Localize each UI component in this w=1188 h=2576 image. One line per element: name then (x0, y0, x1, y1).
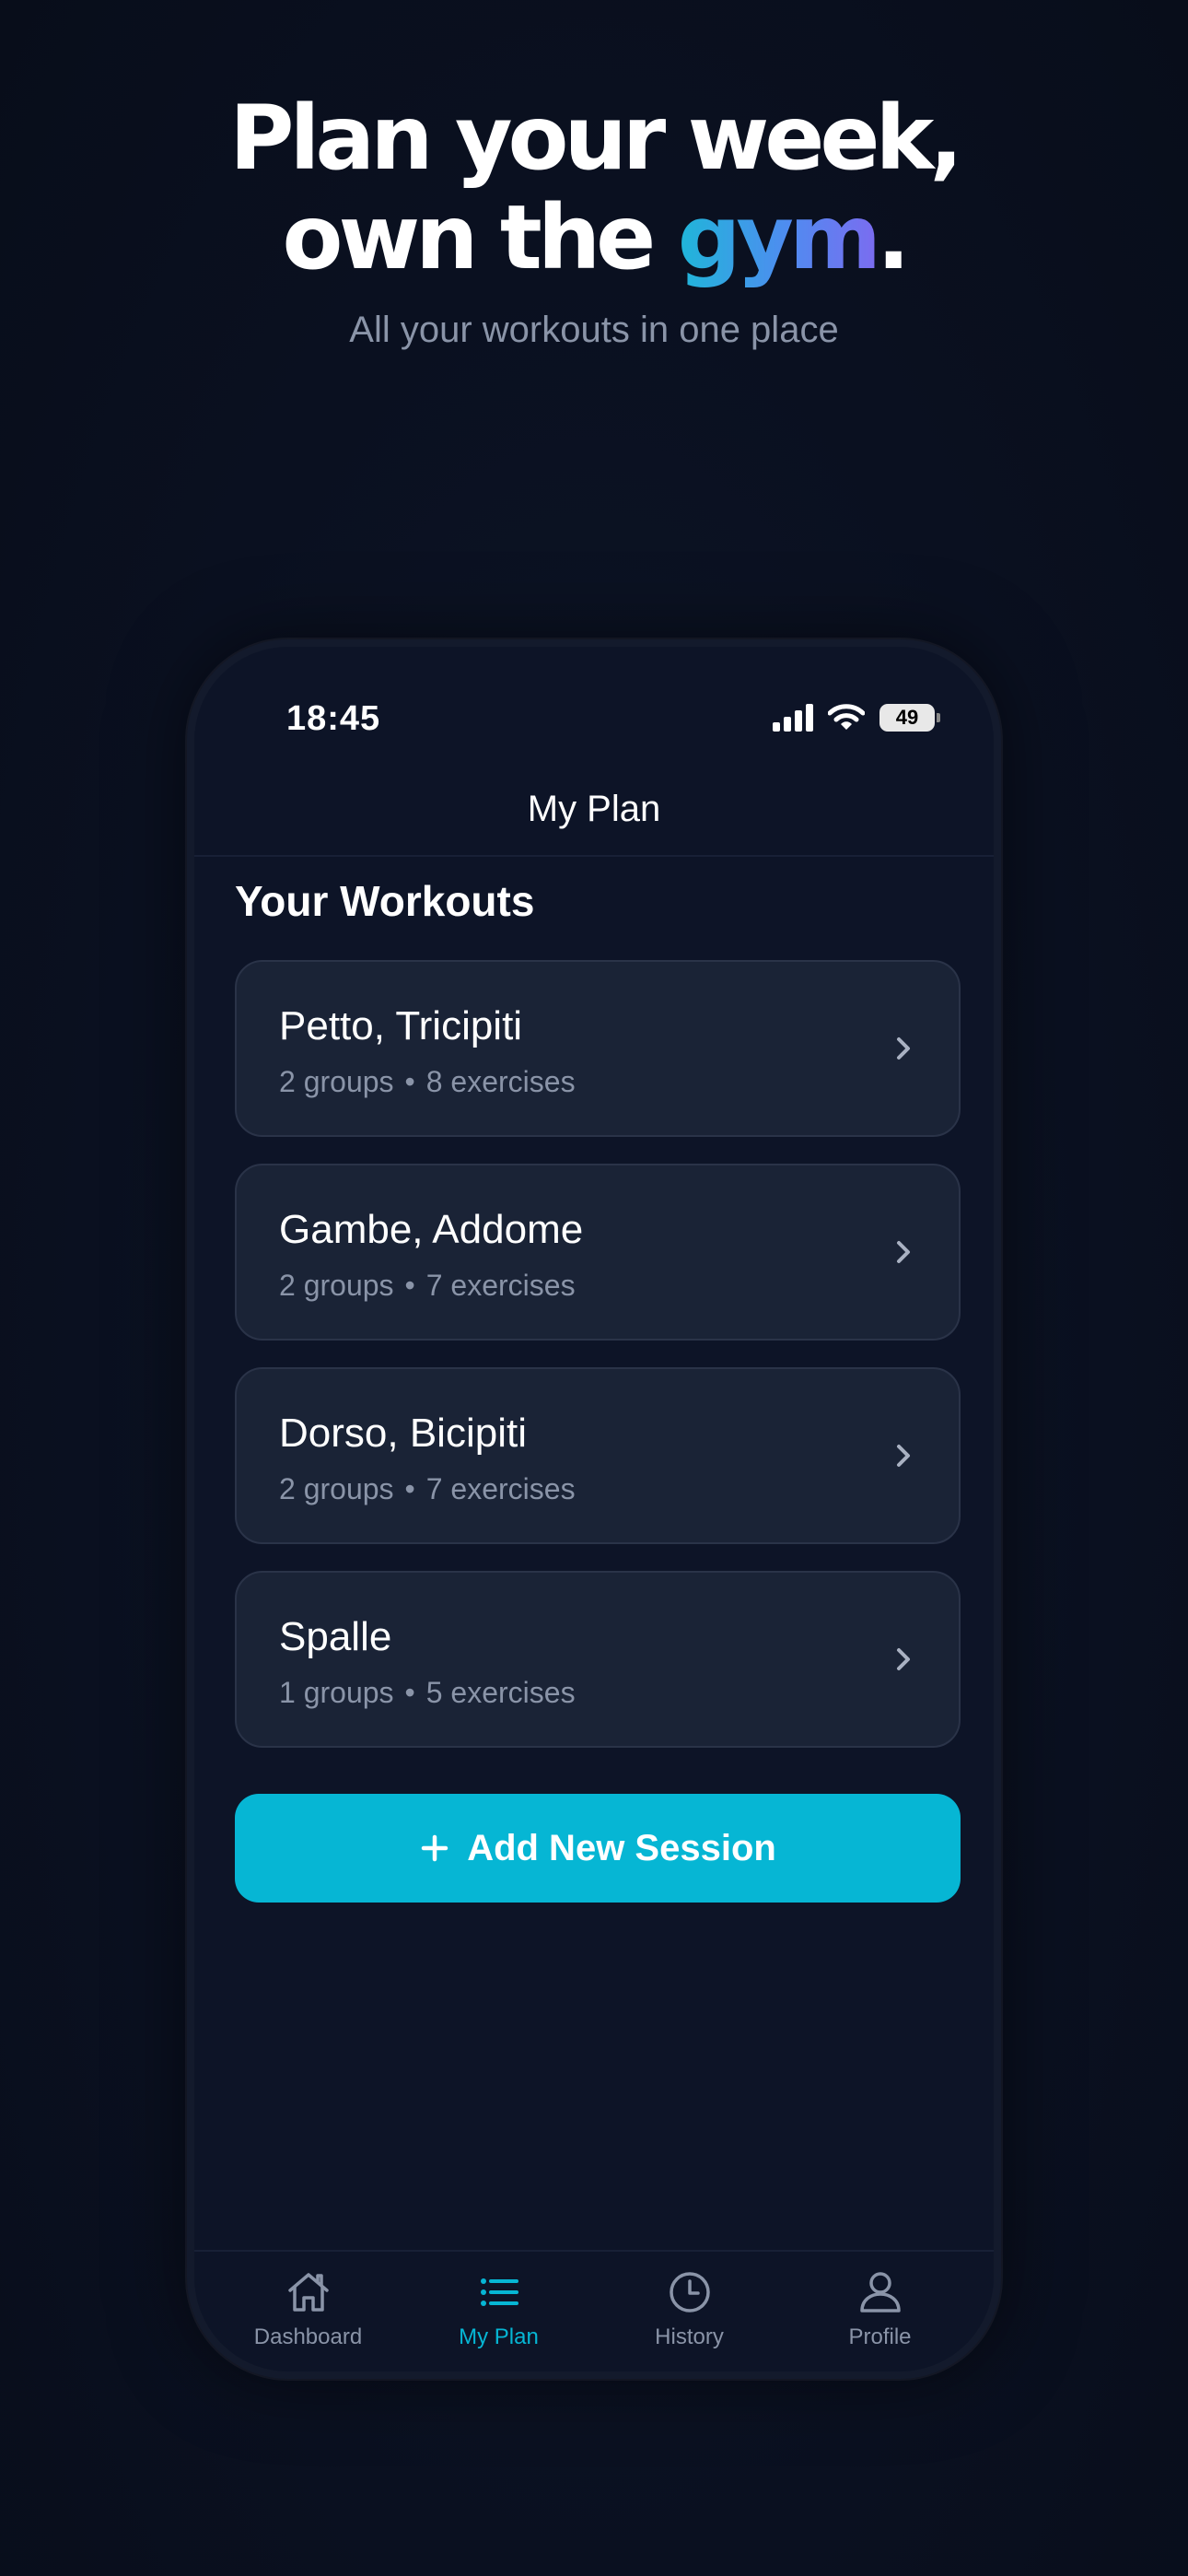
app-screenshot: Plan your week, own the gym. All your wo… (0, 0, 1188, 2576)
workout-exercises: 8 exercises (425, 1065, 576, 1098)
hero-title-line2-post: . (877, 186, 911, 289)
user-icon (859, 2272, 901, 2313)
tab-label: My Plan (459, 2324, 539, 2349)
workout-name: Spalle (279, 1614, 392, 1659)
meta-separator: • (404, 1472, 415, 1505)
workout-list: Petto, Tricipiti 2 groups • 8 exercises Ga… (235, 960, 961, 1774)
workout-groups: 2 groups (279, 1269, 394, 1302)
clock-icon (669, 2272, 710, 2313)
workout-name: Petto, Tricipiti (279, 1003, 523, 1048)
status-time: 18:45 (286, 699, 381, 738)
home-icon (287, 2273, 329, 2312)
workout-card[interactable]: Spalle 1 groups • 5 exercises (235, 1571, 961, 1748)
add-new-session-label: Add New Session (467, 1827, 776, 1868)
battery-icon: 49 (879, 704, 940, 732)
meta-separator: • (404, 1065, 415, 1098)
tab-label: Profile (848, 2324, 912, 2349)
workout-card[interactable]: Gambe, Addome 2 groups • 7 exercises (235, 1164, 961, 1341)
workout-meta: 2 groups • 7 exercises (279, 1267, 576, 1304)
tab-bar: Dashboard My Plan History Profile (194, 2250, 994, 2371)
nav-bar: My Plan (194, 763, 994, 857)
workout-meta: 2 groups • 8 exercises (279, 1063, 576, 1100)
hero: Plan your week, own the gym. All your wo… (0, 88, 1188, 352)
tab-label: History (655, 2324, 724, 2349)
tab-history[interactable]: History (602, 2252, 777, 2371)
chevron-right-icon (897, 1445, 910, 1467)
add-new-session-button[interactable]: Add New Session (235, 1794, 961, 1903)
hero-title-line2-pre: own the (282, 186, 678, 289)
workout-groups: 2 groups (279, 1065, 394, 1098)
workout-card[interactable]: Petto, Tricipiti 2 groups • 8 exercises (235, 960, 961, 1137)
plus-icon (421, 1834, 448, 1862)
tab-profile[interactable]: Profile (793, 2252, 968, 2371)
meta-separator: • (404, 1676, 415, 1709)
hero-title: Plan your week, own the gym. (0, 88, 1188, 287)
workout-exercises: 7 exercises (425, 1269, 576, 1302)
status-bar: 18:45 49 (194, 691, 994, 746)
chevron-right-icon (897, 1648, 910, 1670)
workout-name: Gambe, Addome (279, 1207, 584, 1252)
tab-my-plan[interactable]: My Plan (412, 2252, 587, 2371)
workout-meta: 2 groups • 7 exercises (279, 1470, 576, 1507)
chevron-right-icon (897, 1241, 910, 1263)
status-icons: 49 (773, 704, 940, 732)
tab-dashboard[interactable]: Dashboard (221, 2252, 396, 2371)
page-title: My Plan (527, 789, 661, 829)
chevron-right-icon (897, 1037, 910, 1060)
hero-title-accent: gym (677, 186, 881, 289)
workout-exercises: 7 exercises (425, 1472, 576, 1505)
workout-groups: 2 groups (279, 1472, 394, 1505)
wifi-icon (828, 704, 865, 730)
workout-meta: 1 groups • 5 exercises (279, 1674, 576, 1711)
list-icon (480, 2278, 518, 2306)
section-title: Your Workouts (235, 877, 535, 925)
phone-frame: 18:45 49 My Plan Your Workouts Petto, Tr… (187, 639, 1001, 2379)
workout-exercises: 5 exercises (425, 1676, 576, 1709)
tab-label: Dashboard (253, 2324, 363, 2349)
workout-card[interactable]: Dorso, Bicipiti 2 groups • 7 exercises (235, 1367, 961, 1544)
workout-name: Dorso, Bicipiti (279, 1411, 527, 1456)
workout-groups: 1 groups (279, 1676, 394, 1709)
hero-title-line1: Plan your week, (229, 87, 963, 190)
signal-icon (773, 704, 813, 732)
hero-subtitle: All your workouts in one place (349, 310, 839, 350)
meta-separator: • (404, 1269, 415, 1302)
